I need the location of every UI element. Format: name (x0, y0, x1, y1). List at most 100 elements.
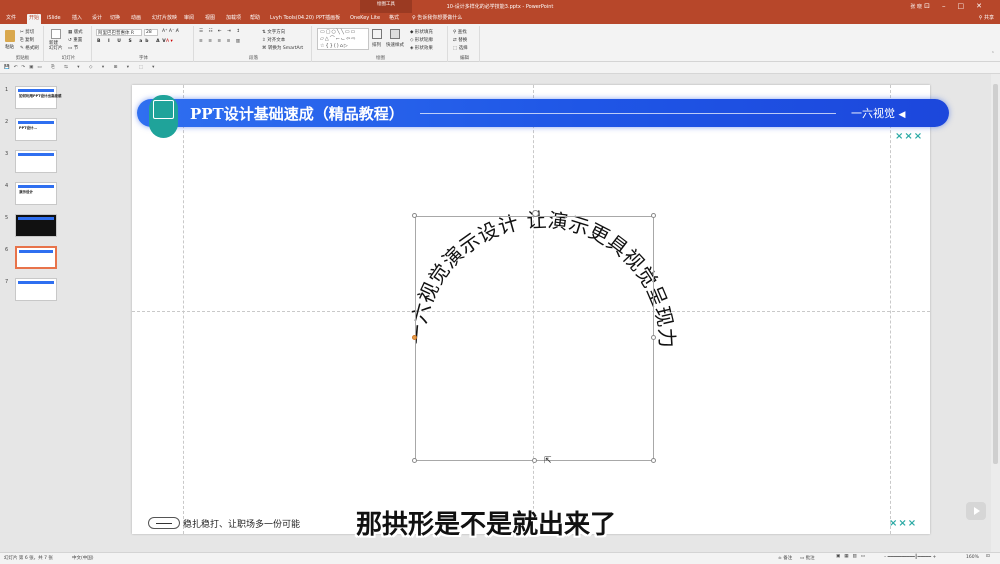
select-button[interactable]: ⬚ 选择 (453, 45, 468, 51)
notes-button[interactable]: ≐ 备注 (778, 555, 792, 561)
font-size-select[interactable]: 28 (144, 29, 158, 36)
new-slide-button[interactable]: 新建 幻灯片 (49, 41, 63, 51)
zoom-slider[interactable]: – ━━━━━━━━━━┃━━━━━ + (884, 555, 936, 560)
rotate-handle[interactable] (532, 210, 539, 217)
share-button[interactable]: ⚲ 共享 (979, 14, 994, 21)
tab-1[interactable]: 开始 (27, 14, 42, 24)
font-color-button[interactable]: A ▾ (166, 39, 173, 44)
tab-9[interactable]: 视图 (203, 14, 217, 24)
slide-thumbnail[interactable]: 如何利用PPT设计出高级感 (15, 86, 62, 109)
list-buttons[interactable]: ☰ ☷ ⇤ ⇥ ↕ (199, 29, 242, 34)
quick-styles-button[interactable]: 快速样式 (386, 42, 404, 48)
resize-handle[interactable] (412, 213, 417, 218)
tab-7[interactable]: 幻灯片放映 (150, 14, 179, 24)
new-slide-icon[interactable] (51, 29, 61, 39)
smartart-button[interactable]: ⌘ 转换为 SmartArt (262, 45, 303, 51)
tab-4[interactable]: 设计 (90, 14, 104, 24)
thumbnail-banner (19, 250, 53, 253)
shape-selection-box[interactable] (415, 216, 654, 461)
fit-to-window-icon[interactable]: ⊡ (986, 554, 990, 559)
view-buttons[interactable]: ▣▦▥▭ (836, 554, 869, 559)
comments-button[interactable]: ▭ 批注 (800, 555, 815, 561)
text-direction-button[interactable]: ⇅ 文字方向 (262, 29, 285, 35)
tell-me-search[interactable]: ♀ 告诉我你想要做什么 (412, 14, 462, 21)
resize-handle[interactable] (651, 213, 656, 218)
cut-button[interactable]: ✂ 剪切 (20, 29, 34, 35)
tab-11[interactable]: 帮助 (248, 14, 262, 24)
find-button[interactable]: ⚲ 查找 (453, 29, 467, 35)
people-icon (153, 100, 174, 119)
paragraph-group-label: 段落 (249, 56, 258, 61)
user-name[interactable]: 张 晓 (910, 3, 922, 10)
shape-outline-button[interactable]: ◇ 形状轮廓 (410, 37, 433, 43)
thumbnail-number: 4 (5, 183, 9, 189)
zoom-level[interactable]: 160% (966, 555, 979, 560)
tab-8[interactable]: 审阅 (182, 14, 196, 24)
tab-2[interactable]: iSlide (45, 14, 63, 24)
resize-handle[interactable] (412, 458, 417, 463)
resize-handle[interactable] (651, 335, 656, 340)
tab-13[interactable]: PPT插画板 (314, 14, 342, 24)
tab-12[interactable]: Lvyh Tools(04.20) (268, 14, 316, 24)
arrange-button[interactable]: 排列 (372, 42, 381, 48)
tab-15[interactable]: 格式 (387, 14, 401, 24)
tab-3[interactable]: 插入 (70, 14, 84, 24)
layout-button[interactable]: ▦ 版式 (68, 29, 83, 35)
quick-access-icons[interactable]: 💾↶↷▣▭ ⎘ ⇆ ▾ ◇ ▾ ⊞ ▾ ⬚ ▾ (4, 64, 158, 70)
replace-button[interactable]: ⇄ 替换 (453, 37, 467, 43)
slide-thumbnail[interactable]: PPT设计… (15, 118, 57, 141)
slide-thumbnail[interactable] (15, 278, 57, 301)
shape-effects-button[interactable]: ◈ 形状效果 (410, 45, 433, 51)
paragraph-group: ☰ ☷ ⇤ ⇥ ↕ ≡ ≡ ≡ ≡ ▥ ⇅ 文字方向 ⇳ 对齐文本 ⌘ 转换为 … (196, 26, 312, 62)
tab-10[interactable]: 加载项 (224, 14, 243, 24)
scrollbar-thumb[interactable] (993, 84, 998, 464)
quick-styles-icon[interactable] (390, 29, 400, 39)
paste-icon[interactable] (5, 30, 15, 42)
collapse-ribbon-icon[interactable]: ˄ (992, 52, 994, 57)
reset-button[interactable]: ↺ 重置 (68, 37, 82, 43)
share-label: 共享 (983, 15, 994, 21)
shape-fill-label: 形状填充 (414, 30, 433, 35)
reset-label: 重置 (73, 38, 83, 43)
layout-label: 版式 (73, 30, 83, 35)
paste-button[interactable]: 粘贴 (5, 44, 14, 50)
tab-6[interactable]: 动画 (129, 14, 143, 24)
vertical-scrollbar[interactable] (991, 74, 1000, 552)
tab-14[interactable]: OneKey Lite (348, 14, 382, 24)
language-indicator[interactable]: 中文(中国) (72, 555, 94, 561)
thumbnail-number: 2 (5, 119, 9, 125)
thumbnail-text: PPT设计… (19, 126, 38, 130)
cut-label: 剪切 (25, 30, 35, 35)
guide-line[interactable] (183, 85, 184, 534)
font-name-value: 阿里巴巴普惠体 R (98, 31, 135, 36)
align-text-button[interactable]: ⇳ 对齐文本 (262, 37, 285, 43)
tab-5[interactable]: 切换 (108, 14, 122, 24)
align-buttons[interactable]: ≡ ≡ ≡ ≡ ▥ (199, 39, 242, 44)
slide-thumbnail[interactable]: 演示设计 (15, 182, 57, 205)
font-grow-shrink-buttons[interactable]: A⁺ A⁻ A̸ (162, 29, 179, 34)
smartart-label: 转换为 SmartArt (267, 46, 304, 51)
window-controls[interactable]: ⊡–□✕ (924, 2, 994, 10)
slide-thumbnail[interactable] (15, 214, 57, 237)
slide[interactable]: PPT设计基础速成（精品教程） 一六视觉 ◀ ××× 一六视觉演示设计 让演示更… (132, 85, 949, 534)
slide-thumbnail[interactable] (15, 246, 57, 269)
arrange-icon[interactable] (372, 29, 382, 39)
copy-button[interactable]: ⎘ 复制 (20, 37, 34, 43)
adjust-handle[interactable] (412, 335, 417, 340)
shape-fill-button[interactable]: ◆ 形状填充 (410, 29, 433, 35)
footer-pill-icon (148, 517, 180, 529)
play-icon[interactable] (966, 502, 986, 520)
shapes-gallery[interactable]: ▭▢○╲╲▭▭ ▱△⌒⌐⌙⇦⇨ ☆{}()⌂▷ (317, 28, 369, 50)
slide-thumbnail[interactable] (15, 150, 57, 173)
guide-line[interactable] (890, 85, 891, 534)
format-painter-button[interactable]: ✎ 格式刷 (20, 45, 39, 51)
editing-group: ⚲ 查找 ⇄ 替换 ⬚ 选择 编辑 (450, 26, 480, 62)
brand-logo-icon[interactable] (149, 95, 178, 138)
title-banner[interactable]: PPT设计基础速成（精品教程） 一六视觉 ◀ (137, 99, 949, 127)
resize-handle[interactable] (651, 458, 656, 463)
tab-0[interactable]: 文件 (4, 14, 18, 24)
resize-handle[interactable] (532, 458, 537, 463)
section-button[interactable]: ▭ 节 (68, 45, 78, 51)
font-style-buttons[interactable]: B I U S ab AV (97, 39, 169, 44)
font-name-select[interactable]: 阿里巴巴普惠体 R (96, 29, 142, 36)
